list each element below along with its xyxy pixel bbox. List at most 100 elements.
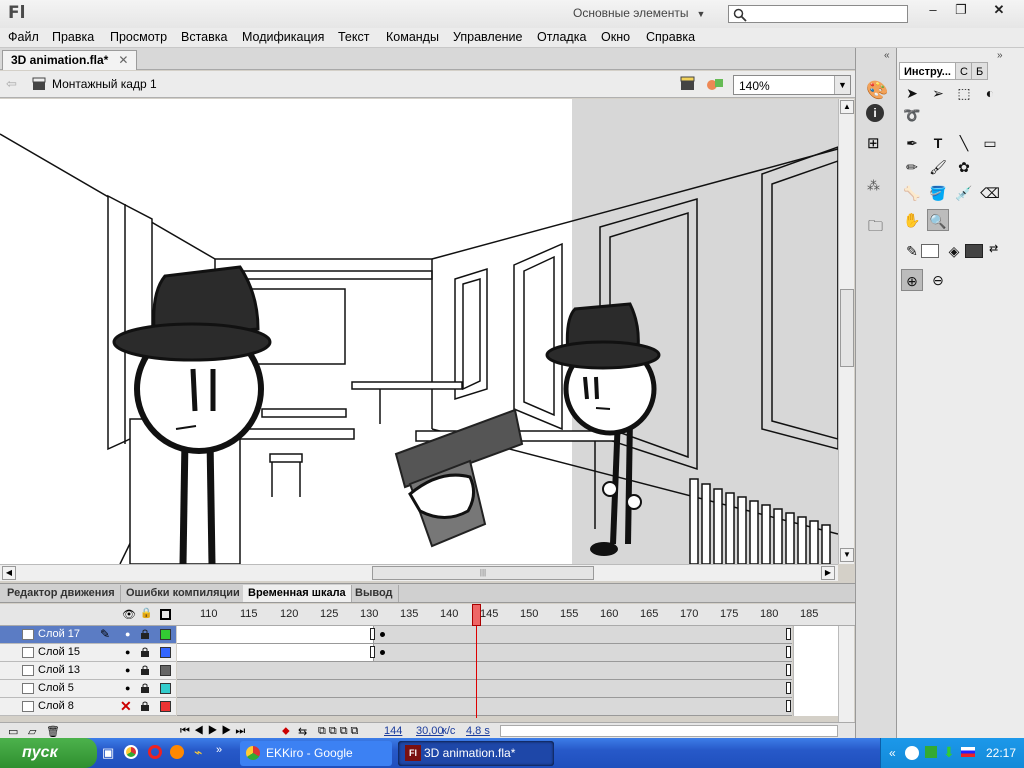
deco-tool-icon[interactable]: ✿ [953, 156, 975, 178]
minimize-button[interactable]: – [918, 0, 948, 20]
stroke-color-icon[interactable]: ✎ [901, 240, 923, 262]
eraser-icon[interactable]: ⌫ [979, 182, 1001, 204]
stage-vertical-scrollbar[interactable]: ▲ ▼ [838, 99, 854, 564]
task-flash-active[interactable]: 3D animation.fla* [398, 741, 554, 766]
lock-icon[interactable] [140, 665, 150, 675]
menu-text[interactable]: Текст [338, 30, 369, 44]
collapse-arrows-icon[interactable]: » [997, 50, 1003, 61]
quick-launch-expand-icon[interactable]: » [216, 744, 222, 756]
library-icon[interactable]: 🗀 [868, 216, 883, 241]
lock-icon[interactable] [140, 701, 150, 711]
lock-icon[interactable] [140, 647, 150, 657]
layer-row[interactable]: Слой 13 ● [0, 662, 176, 680]
tab-output[interactable]: Вывод [350, 585, 399, 602]
text-tool-icon[interactable]: T [927, 132, 949, 154]
eye-icon[interactable]: 👁 [122, 608, 136, 621]
brush-tool-icon[interactable]: 🖌 [927, 156, 949, 178]
layer-color-swatch[interactable] [160, 665, 171, 676]
eyedropper-icon[interactable]: 💉 [953, 182, 975, 204]
frame-row[interactable] [177, 680, 792, 698]
hand-tool-icon[interactable]: ✋ [901, 209, 923, 231]
subselection-tool-icon[interactable]: ➢ [927, 82, 949, 104]
restore-button[interactable]: ❐ [946, 0, 976, 20]
layer-color-swatch[interactable] [160, 629, 171, 640]
close-button[interactable]: ✕ [984, 0, 1014, 20]
fps-value[interactable]: 30,00 [416, 725, 444, 737]
tab-timeline[interactable]: Временная шкала [243, 585, 352, 602]
tab-tools[interactable]: Инстру... [899, 62, 956, 80]
paint-bucket-icon[interactable]: 🪣 [927, 182, 949, 204]
layer-color-swatch[interactable] [160, 683, 171, 694]
tray-expand-icon[interactable]: « [889, 746, 896, 760]
3d-rotation-icon[interactable]: ◐ [979, 82, 1001, 104]
onion-skin-buttons[interactable]: ⧉⧉⧉⧉ [318, 725, 361, 738]
scroll-thumb[interactable]: ||| [372, 566, 594, 580]
playhead[interactable] [472, 604, 481, 626]
info-icon[interactable]: i [866, 104, 884, 122]
new-folder-icon[interactable]: ▱ [28, 725, 36, 738]
language-flag-icon[interactable] [961, 747, 975, 757]
lock-icon[interactable]: 🔒 [140, 608, 152, 619]
lock-icon[interactable] [140, 629, 150, 639]
back-arrow-icon[interactable]: ⇦ [6, 76, 17, 92]
menu-debug[interactable]: Отладка [537, 30, 586, 44]
hidden-x-icon[interactable]: ✕ [120, 698, 132, 715]
stage-horizontal-scrollbar[interactable]: ◀ ||| ▶ [0, 564, 838, 581]
components-icon[interactable]: ⁂ [867, 178, 880, 194]
menu-edit[interactable]: Правка [52, 30, 94, 44]
scroll-right-button[interactable]: ▶ [821, 566, 835, 580]
menu-file[interactable]: Файл [8, 30, 39, 44]
start-button[interactable]: пуск [0, 738, 97, 768]
fill-color-icon[interactable]: ◈ [943, 240, 965, 262]
color-palette-icon[interactable]: 🎨 [866, 80, 888, 101]
onion-skin-icon[interactable]: ⬥ [282, 725, 290, 738]
tray-app-icon[interactable] [905, 746, 919, 760]
scroll-thumb[interactable] [840, 289, 854, 367]
scroll-up-button[interactable]: ▲ [840, 100, 854, 114]
workspace-switcher[interactable]: Основные элементы ▼ [573, 6, 705, 20]
pencil-tool-icon[interactable]: ✏ [901, 156, 923, 178]
chrome-icon[interactable] [124, 745, 138, 759]
free-transform-icon[interactable]: ⬚ [953, 82, 975, 104]
line-tool-icon[interactable]: ╲ [953, 132, 975, 154]
zoom-in-icon[interactable]: ⊕ [901, 269, 923, 291]
menu-modify[interactable]: Модификация [242, 30, 324, 44]
close-tab-icon[interactable]: ✕ [118, 53, 128, 67]
visibility-dot[interactable]: ● [125, 647, 130, 657]
outline-icon[interactable] [160, 609, 171, 620]
menu-commands[interactable]: Команды [386, 30, 439, 44]
frame-row[interactable] [177, 644, 792, 662]
menu-view[interactable]: Просмотр [110, 30, 167, 44]
zoom-tool-icon[interactable]: 🔍 [927, 209, 949, 231]
timeline-vertical-scrollbar[interactable] [838, 626, 854, 722]
task-chrome[interactable]: EKKiro - Google Chrome [240, 741, 392, 766]
fill-color-swatch[interactable] [965, 244, 983, 258]
selection-tool-icon[interactable]: ➤ [901, 82, 923, 104]
firefox-icon[interactable] [170, 745, 184, 759]
tab-motion-editor[interactable]: Редактор движения [2, 585, 121, 602]
zoom-out-icon[interactable]: ⊖ [927, 269, 949, 291]
elapsed-time[interactable]: 4,8 s [466, 725, 490, 737]
visibility-dot[interactable]: ● [125, 629, 130, 639]
align-icon[interactable]: ⊞ [867, 134, 880, 152]
layer-color-swatch[interactable] [160, 647, 171, 658]
scroll-down-button[interactable]: ▼ [840, 548, 854, 562]
layer-row[interactable]: Слой 15 ● [0, 644, 176, 662]
zoom-select[interactable]: 140% ▼ [733, 75, 851, 95]
visibility-dot[interactable]: ● [125, 683, 130, 693]
tab-compiler-errors[interactable]: Ошибки компиляции [121, 585, 246, 602]
opera-icon[interactable] [148, 745, 162, 759]
current-frame[interactable]: 144 [384, 725, 402, 737]
loop-icon[interactable]: ⇆ [298, 725, 307, 738]
search-input[interactable] [728, 5, 908, 23]
lasso-tool-icon[interactable]: ➰ [901, 104, 923, 126]
bone-tool-icon[interactable]: 🦴 [901, 182, 923, 204]
frame-row[interactable] [177, 662, 792, 680]
new-layer-icon[interactable]: ▭ [8, 725, 18, 738]
edit-symbol-icon[interactable] [706, 76, 726, 92]
frames-empty-area[interactable] [793, 626, 838, 716]
document-tab[interactable]: 3D animation.fla* ✕ [2, 50, 138, 70]
stroke-color-swatch[interactable] [921, 244, 939, 258]
menu-help[interactable]: Справка [646, 30, 695, 44]
tray-security-icon[interactable] [925, 746, 937, 758]
